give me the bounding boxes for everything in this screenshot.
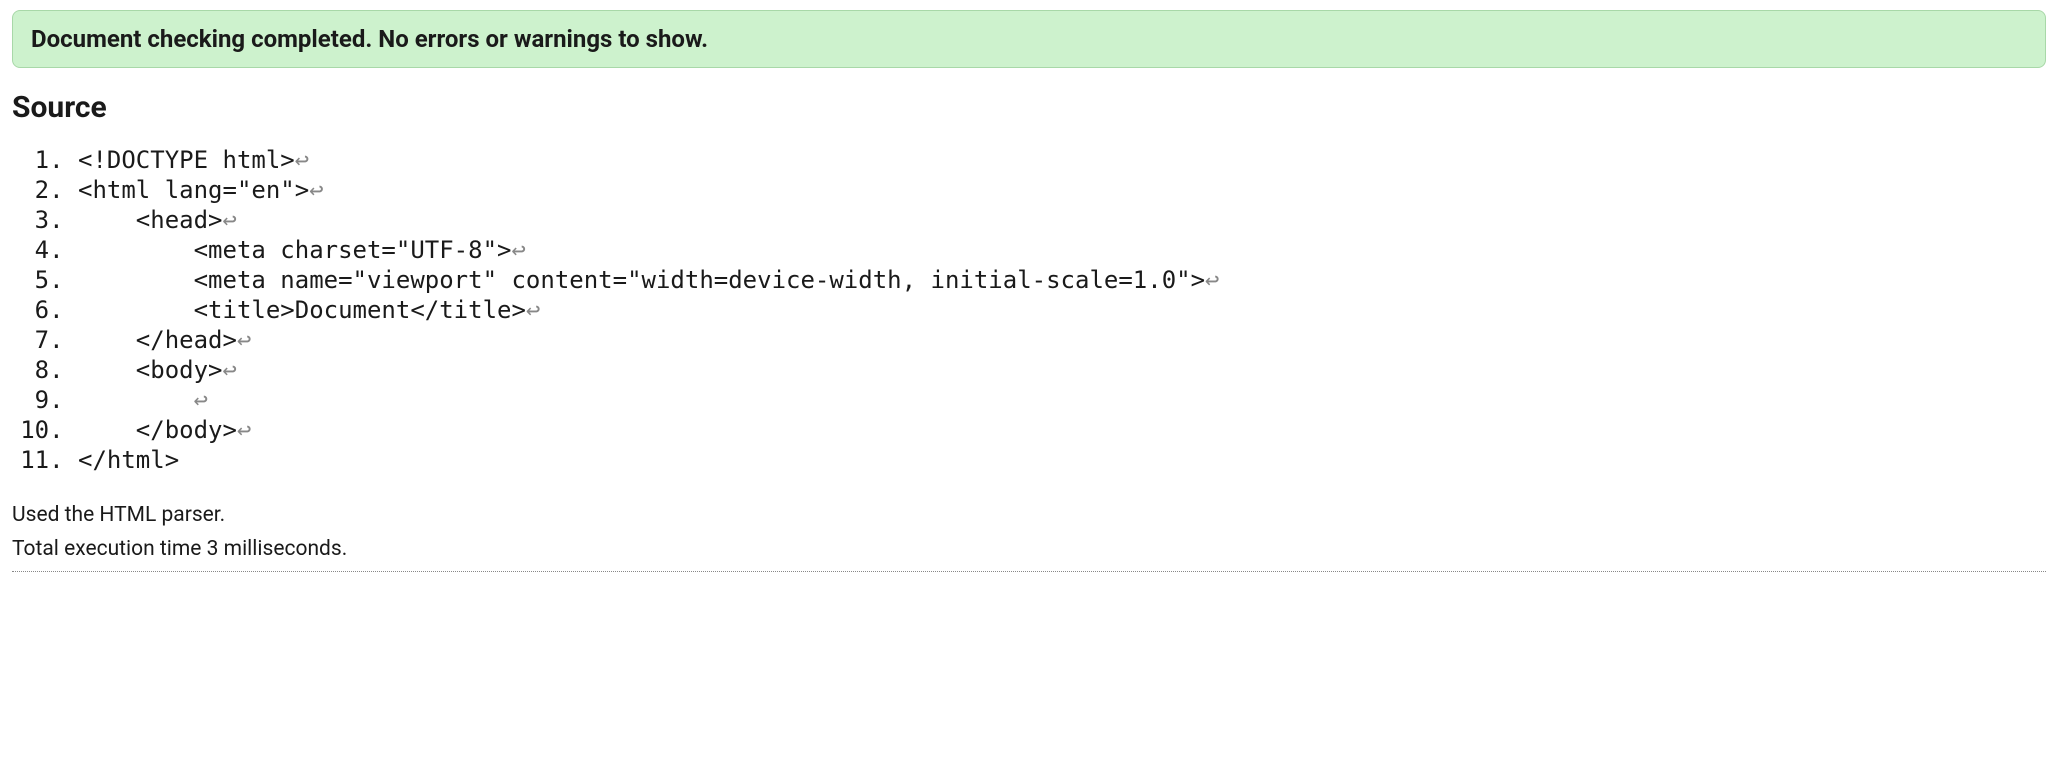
source-line: ↩ xyxy=(78,385,2046,415)
source-line-text: <title>Document</title> xyxy=(78,296,526,324)
newline-icon: ↩ xyxy=(223,356,237,384)
source-line-text: <head> xyxy=(78,206,223,234)
newline-icon: ↩ xyxy=(511,236,525,264)
success-message: Document checking completed. No errors o… xyxy=(31,25,708,53)
source-code-list: <!DOCTYPE html>↩<html lang="en">↩ <head>… xyxy=(12,145,2046,475)
source-heading: Source xyxy=(12,90,2046,125)
divider xyxy=(12,571,2046,572)
source-line: <meta name="viewport" content="width=dev… xyxy=(78,265,2046,295)
source-line-text: </body> xyxy=(78,416,237,444)
newline-icon: ↩ xyxy=(526,296,540,324)
source-line-text: <body> xyxy=(78,356,223,384)
source-line-text: </html> xyxy=(78,446,179,474)
source-line: </html> xyxy=(78,445,2046,475)
newline-icon: ↩ xyxy=(237,326,251,354)
source-line-text: <meta charset="UTF-8"> xyxy=(78,236,511,264)
source-line-text: <meta name="viewport" content="width=dev… xyxy=(78,266,1205,294)
newline-icon: ↩ xyxy=(1205,266,1219,294)
source-line: </body>↩ xyxy=(78,415,2046,445)
success-banner: Document checking completed. No errors o… xyxy=(12,10,2046,68)
newline-icon: ↩ xyxy=(223,206,237,234)
source-line: <head>↩ xyxy=(78,205,2046,235)
source-line-text xyxy=(78,386,194,414)
newline-icon: ↩ xyxy=(295,146,309,174)
newline-icon: ↩ xyxy=(237,416,251,444)
source-line-text: <html lang="en"> xyxy=(78,176,309,204)
source-line: </head>↩ xyxy=(78,325,2046,355)
source-line: <!DOCTYPE html>↩ xyxy=(78,145,2046,175)
source-line: <body>↩ xyxy=(78,355,2046,385)
source-line-text: </head> xyxy=(78,326,237,354)
parser-info: Used the HTML parser. xyxy=(12,503,2046,527)
newline-icon: ↩ xyxy=(309,176,323,204)
source-line-text: <!DOCTYPE html> xyxy=(78,146,295,174)
source-line: <title>Document</title>↩ xyxy=(78,295,2046,325)
source-line: <html lang="en">↩ xyxy=(78,175,2046,205)
execution-time: Total execution time 3 milliseconds. xyxy=(12,537,2046,561)
source-line: <meta charset="UTF-8">↩ xyxy=(78,235,2046,265)
newline-icon: ↩ xyxy=(194,386,208,414)
